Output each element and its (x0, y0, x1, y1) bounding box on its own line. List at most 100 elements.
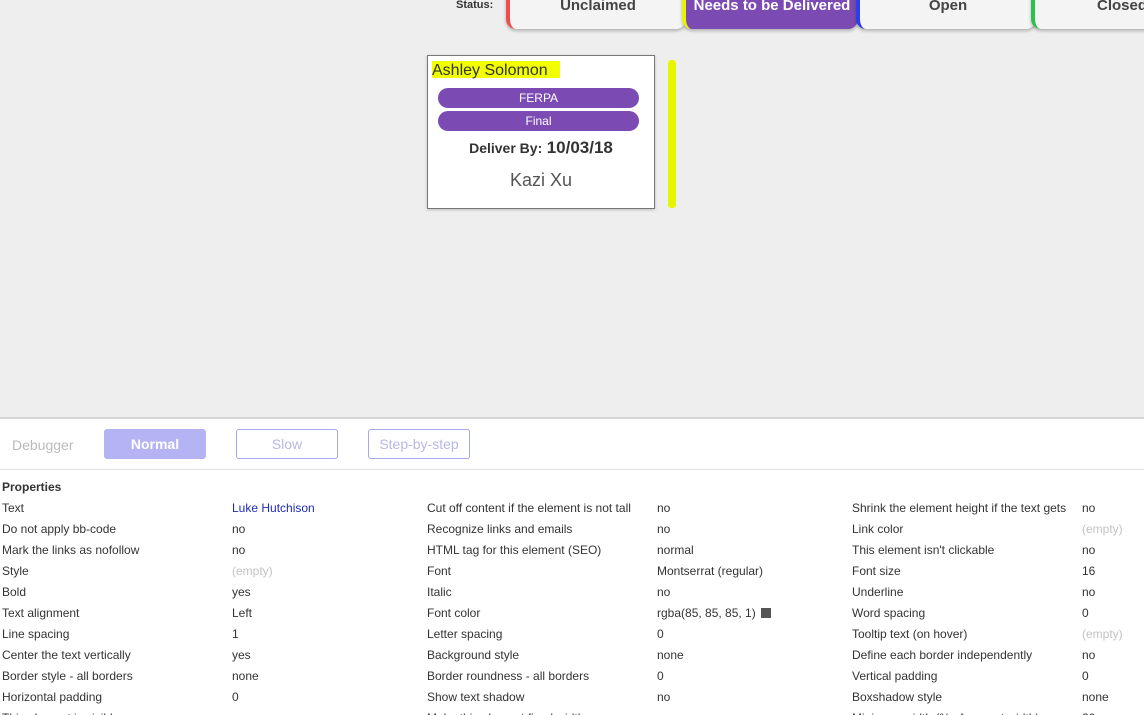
property-label: Italic (427, 585, 452, 599)
property-value-text: no (657, 690, 671, 704)
deliver-by-row: Deliver By: 10/03/18 (428, 138, 654, 158)
status-color-bar (668, 60, 676, 208)
property-value: no (657, 687, 670, 708)
property-value-text: no (657, 522, 671, 536)
property-label: Define each border independently (852, 648, 1033, 662)
property-label: Show text shadow (427, 690, 525, 704)
property-value: no (232, 708, 245, 715)
card-client-name: Ashley Solomon (432, 61, 560, 79)
property-value-text: no (1082, 648, 1096, 662)
property-label: Letter spacing (427, 627, 503, 641)
property-value-text: 0 (657, 627, 664, 641)
property-value: 20 (1082, 708, 1095, 715)
property-value: 16 (1082, 561, 1095, 582)
property-value-text: no (232, 711, 245, 715)
property-value: 0 (1082, 666, 1089, 687)
property-value: none (232, 666, 259, 687)
property-label: Background style (427, 648, 520, 662)
property-label: Text (2, 501, 25, 515)
tab-open[interactable]: Open (856, 0, 1036, 29)
property-label: Underline (852, 585, 904, 599)
property-value-text: Montserrat (regular) (657, 564, 764, 578)
property-value-text: 0 (232, 690, 239, 704)
property-label: Link color (852, 522, 904, 536)
property-value-text: 0 (1082, 606, 1089, 620)
normal-speed-button[interactable]: Normal (104, 429, 206, 459)
property-label: Make this element fixed width (427, 708, 647, 715)
slow-speed-button[interactable]: Slow (236, 429, 338, 459)
property-value: 0 (657, 624, 664, 645)
property-value-text: 1 (232, 627, 239, 641)
property-value: rgba(85, 85, 85, 1) (657, 603, 771, 624)
property-value-text: yes (232, 648, 251, 662)
property-label: Horizontal padding (2, 690, 103, 704)
property-label: This element is visible (2, 708, 222, 715)
property-value: yes (232, 645, 251, 666)
properties-title: Properties (2, 480, 62, 494)
property-value-text: no (657, 711, 670, 715)
property-value-text: (empty) (1082, 522, 1123, 536)
property-label: HTML tag for this element (SEO) (427, 543, 602, 557)
property-value: no (1082, 645, 1095, 666)
property-label: Minimum width (% of current width) (852, 708, 1077, 715)
property-value: no (657, 498, 670, 519)
property-label: Vertical padding (852, 669, 938, 683)
property-value: no (657, 582, 670, 603)
status-label: Status: (456, 0, 494, 11)
tab-unclaimed[interactable]: Unclaimed (506, 0, 686, 29)
property-label: Word spacing (852, 606, 926, 620)
property-value-text: 16 (1082, 564, 1096, 578)
property-label: Font color (427, 606, 481, 620)
property-label: Do not apply bb-code (2, 522, 117, 536)
property-value-text: no (1082, 585, 1096, 599)
tab-closed[interactable]: Closed (1031, 0, 1144, 29)
deliver-by-label: Deliver By: (469, 140, 543, 156)
debugger-panel: Debugger Normal Slow Step-by-step Proper… (0, 417, 1144, 715)
property-value: Left (232, 603, 252, 624)
property-label: Style (2, 564, 29, 578)
property-label: Line spacing (2, 627, 70, 641)
property-label: Border style - all borders (2, 669, 133, 683)
property-value-text: no (657, 585, 671, 599)
property-value-text: 0 (657, 669, 664, 683)
property-value: (empty) (1082, 624, 1123, 645)
property-label: Tooltip text (on hover) (852, 627, 968, 641)
property-label: Boxshadow style (852, 690, 943, 704)
property-value-text: Left (232, 606, 253, 620)
tag-pill-final: Final (438, 111, 639, 131)
property-value-text: none (657, 648, 684, 662)
property-value-text: no (657, 501, 671, 515)
property-value: Luke Hutchison (232, 498, 315, 519)
tab-needs-to-be-delivered[interactable]: Needs to be Delivered (682, 0, 858, 29)
property-value: 1 (232, 624, 239, 645)
property-value-text: yes (232, 585, 251, 599)
property-label: Font (427, 564, 452, 578)
property-value-text: no (1082, 543, 1096, 557)
property-value: yes (232, 582, 251, 603)
request-card[interactable]: Ashley Solomon FERPA Final Deliver By: 1… (427, 55, 655, 209)
property-label: Mark the links as nofollow (2, 543, 140, 557)
property-value: no (232, 519, 245, 540)
property-value: none (657, 645, 684, 666)
property-label: Font size (852, 564, 901, 578)
debugger-title: Debugger (12, 437, 74, 453)
property-value: Montserrat (regular) (657, 561, 763, 582)
property-value: no (1082, 582, 1095, 603)
property-label: Center the text vertically (2, 648, 131, 662)
debugger-toolbar: Debugger Normal Slow Step-by-step (0, 419, 1144, 470)
property-value-text: none (232, 669, 259, 683)
property-label: Cut off content if the element is not ta… (427, 501, 631, 515)
property-label: Bold (2, 585, 27, 599)
step-by-step-button[interactable]: Step-by-step (368, 429, 470, 459)
property-value-text: no (232, 522, 246, 536)
property-label: Recognize links and emails (427, 522, 573, 536)
property-label: Shrink the element height if the text ge… (852, 501, 1067, 515)
property-value-text: 0 (1082, 669, 1089, 683)
property-value: no (657, 708, 670, 715)
property-value-text: normal (657, 543, 694, 557)
property-value: no (232, 540, 245, 561)
property-value-text: (empty) (232, 564, 273, 578)
property-value: 0 (232, 687, 239, 708)
property-label: This element isn't clickable (852, 543, 995, 557)
property-value-text: rgba(85, 85, 85, 1) (657, 606, 756, 620)
